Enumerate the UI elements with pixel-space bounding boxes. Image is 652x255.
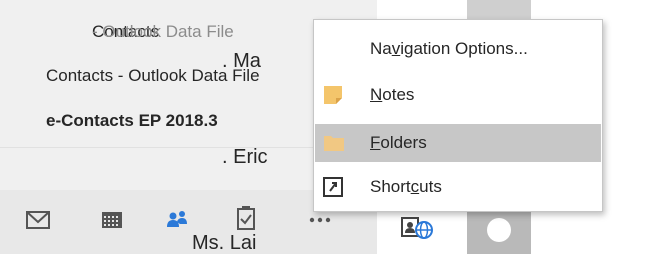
avatar-head <box>487 218 511 242</box>
context-menu: Navigation Options... Notes Folders Shor… <box>313 19 603 212</box>
notes-icon <box>324 86 342 104</box>
menu-label: uts <box>419 177 442 196</box>
calendar-icon[interactable] <box>96 200 136 240</box>
menu-label: Na <box>370 39 392 58</box>
menu-item-navigation-options[interactable]: Navigation Options... <box>314 30 602 68</box>
menu-label: Short <box>370 177 411 196</box>
menu-label-accel: v <box>391 39 401 58</box>
menu-label: olders <box>380 133 427 152</box>
contact-card-icon <box>401 217 433 239</box>
menu-label-accel: N <box>370 85 383 104</box>
shortcut-icon <box>323 177 343 197</box>
folder-label: e-Contacts EP 2018.3 <box>46 111 218 130</box>
menu-item-notes[interactable]: Notes <box>314 76 602 114</box>
menu-label: otes <box>382 85 415 104</box>
mail-icon[interactable] <box>26 200 66 240</box>
menu-label-accel: c <box>410 177 420 196</box>
menu-item-folders[interactable]: Folders <box>315 124 601 162</box>
folder-suffix: - Outlook Data File <box>92 22 234 41</box>
menu-item-shortcuts[interactable]: Shortcuts <box>314 168 602 206</box>
contact-name[interactable]: . Eric <box>222 146 268 169</box>
avatar <box>467 212 531 254</box>
folder-icon <box>324 136 344 151</box>
menu-label-accel: F <box>370 133 381 152</box>
menu-label: igation Options... <box>400 39 528 58</box>
contact-name[interactable]: Ms. Lai <box>192 232 256 255</box>
contact-name[interactable]: . Ma <box>222 50 261 73</box>
